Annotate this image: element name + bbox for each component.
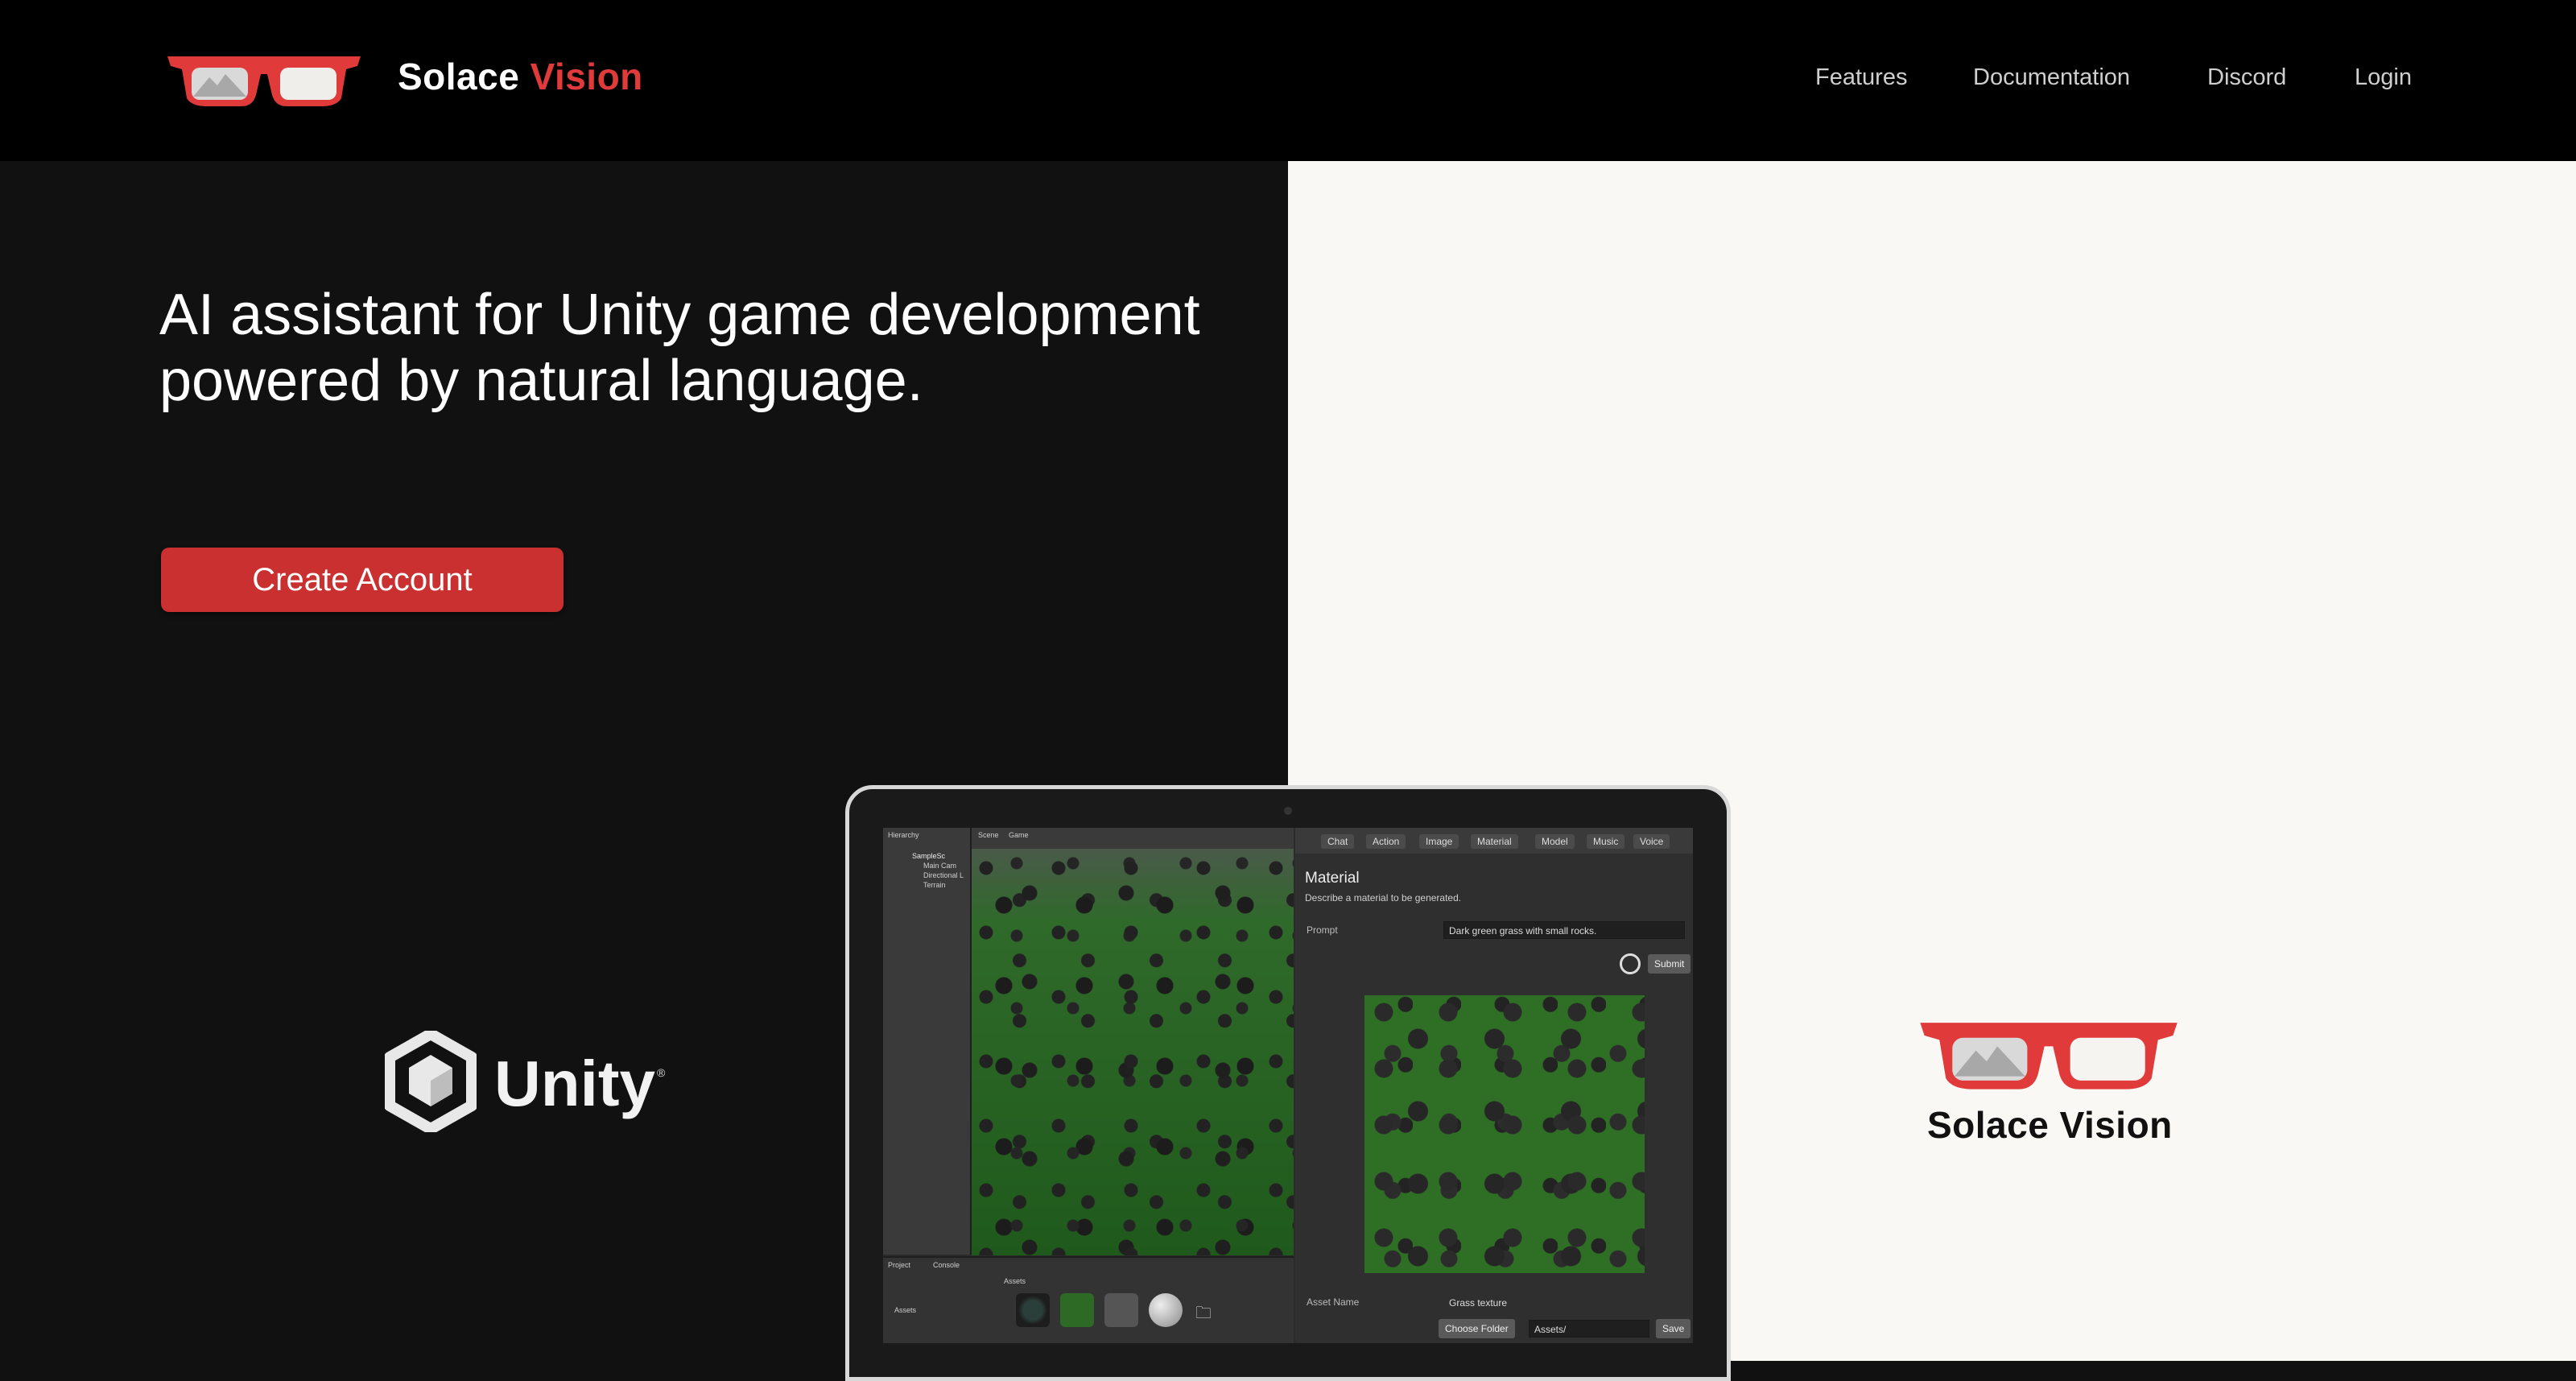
tab-model[interactable]: Model bbox=[1535, 834, 1575, 849]
nav-features-link[interactable]: Features bbox=[1815, 64, 1907, 91]
prompt-label: Prompt bbox=[1307, 924, 1338, 936]
tab-chat[interactable]: Chat bbox=[1321, 834, 1355, 849]
hierarchy-item[interactable]: Main Cam bbox=[923, 862, 956, 870]
unity-editor-screenshot: Hierarchy SampleSc Main Cam Directional … bbox=[883, 828, 1693, 1343]
brand-name-part1: Solace bbox=[398, 56, 520, 97]
folder-path-input[interactable]: Assets/ bbox=[1529, 1320, 1649, 1338]
hero-headline-line1: AI assistant for Unity game development bbox=[159, 283, 1200, 347]
nav-documentation-link[interactable]: Documentation bbox=[1973, 64, 2130, 91]
folder-icon[interactable]: 🗀 bbox=[1195, 1301, 1212, 1329]
scene-tab[interactable]: Scene bbox=[978, 831, 999, 839]
hierarchy-tab[interactable]: Hierarchy bbox=[888, 831, 919, 839]
hierarchy-item[interactable]: Directional L bbox=[923, 871, 964, 879]
glasses-logo-large-icon bbox=[1920, 1023, 2178, 1090]
registered-mark-icon: ® bbox=[657, 1066, 666, 1079]
laptop-mockup: Hierarchy SampleSc Main Cam Directional … bbox=[845, 785, 1731, 1381]
webcam-icon bbox=[1284, 807, 1292, 815]
unity-logo: Unity ® bbox=[385, 1031, 675, 1135]
hero-headline: AI assistant for Unity game development … bbox=[159, 282, 1286, 414]
console-tab[interactable]: Console bbox=[933, 1261, 960, 1269]
project-tab[interactable]: Project bbox=[888, 1261, 910, 1269]
brand-name-part2: Vision bbox=[530, 56, 643, 97]
hero-headline-line2: powered by natural language. bbox=[159, 349, 923, 413]
material-preview bbox=[1364, 995, 1645, 1273]
tab-voice[interactable]: Voice bbox=[1633, 834, 1670, 849]
save-button[interactable]: Save bbox=[1656, 1319, 1691, 1338]
loading-spinner-icon bbox=[1620, 953, 1641, 974]
nav-discord-link[interactable]: Discord bbox=[2207, 64, 2286, 91]
assets-breadcrumb[interactable]: Assets bbox=[1004, 1277, 1026, 1285]
tab-material[interactable]: Material bbox=[1471, 834, 1518, 849]
solace-vision-wordmark: Solace Vision bbox=[1927, 1104, 2173, 1146]
choose-folder-button[interactable]: Choose Folder bbox=[1439, 1319, 1515, 1338]
asset-name-input[interactable]: Grass texture bbox=[1443, 1293, 1685, 1311]
game-tab[interactable]: Game bbox=[1009, 831, 1029, 839]
panel-description: Describe a material to be generated. bbox=[1305, 892, 1462, 903]
asset-name-label: Asset Name bbox=[1307, 1296, 1360, 1308]
hierarchy-panel: Hierarchy SampleSc Main Cam Directional … bbox=[883, 828, 972, 1255]
glasses-logo-icon[interactable] bbox=[164, 50, 364, 111]
top-navbar: Solace Vision Features Documentation Dis… bbox=[0, 0, 2576, 161]
asset-thumbnail[interactable] bbox=[1149, 1293, 1183, 1327]
submit-button[interactable]: Submit bbox=[1648, 954, 1691, 974]
scene-toolbar: Scene Game bbox=[972, 828, 1294, 849]
prompt-input[interactable]: Dark green grass with small rocks. bbox=[1443, 921, 1685, 939]
asset-thumbnail[interactable] bbox=[1060, 1293, 1094, 1327]
brand-name[interactable]: Solace Vision bbox=[398, 55, 643, 98]
unity-wordmark: Unity bbox=[494, 1048, 655, 1119]
solace-vision-panel: Chat Action Image Material Model Music V… bbox=[1295, 828, 1693, 1343]
asset-thumbnail[interactable] bbox=[1016, 1293, 1050, 1327]
assets-folder[interactable]: Assets bbox=[894, 1306, 916, 1314]
unity-cube-icon bbox=[385, 1031, 477, 1132]
hierarchy-item[interactable]: SampleSc bbox=[912, 852, 945, 860]
hierarchy-item[interactable]: Terrain bbox=[923, 881, 946, 889]
nav-login-link[interactable]: Login bbox=[2355, 64, 2412, 91]
panel-title: Material bbox=[1305, 870, 1360, 887]
tab-image[interactable]: Image bbox=[1419, 834, 1459, 849]
asset-thumbnail[interactable] bbox=[1104, 1293, 1138, 1327]
create-account-button[interactable]: Create Account bbox=[161, 548, 564, 612]
tab-music[interactable]: Music bbox=[1587, 834, 1625, 849]
tab-action[interactable]: Action bbox=[1366, 834, 1406, 849]
scene-view[interactable] bbox=[972, 849, 1294, 1255]
panel-tabbar: Chat Action Image Material Model Music V… bbox=[1295, 828, 1693, 854]
